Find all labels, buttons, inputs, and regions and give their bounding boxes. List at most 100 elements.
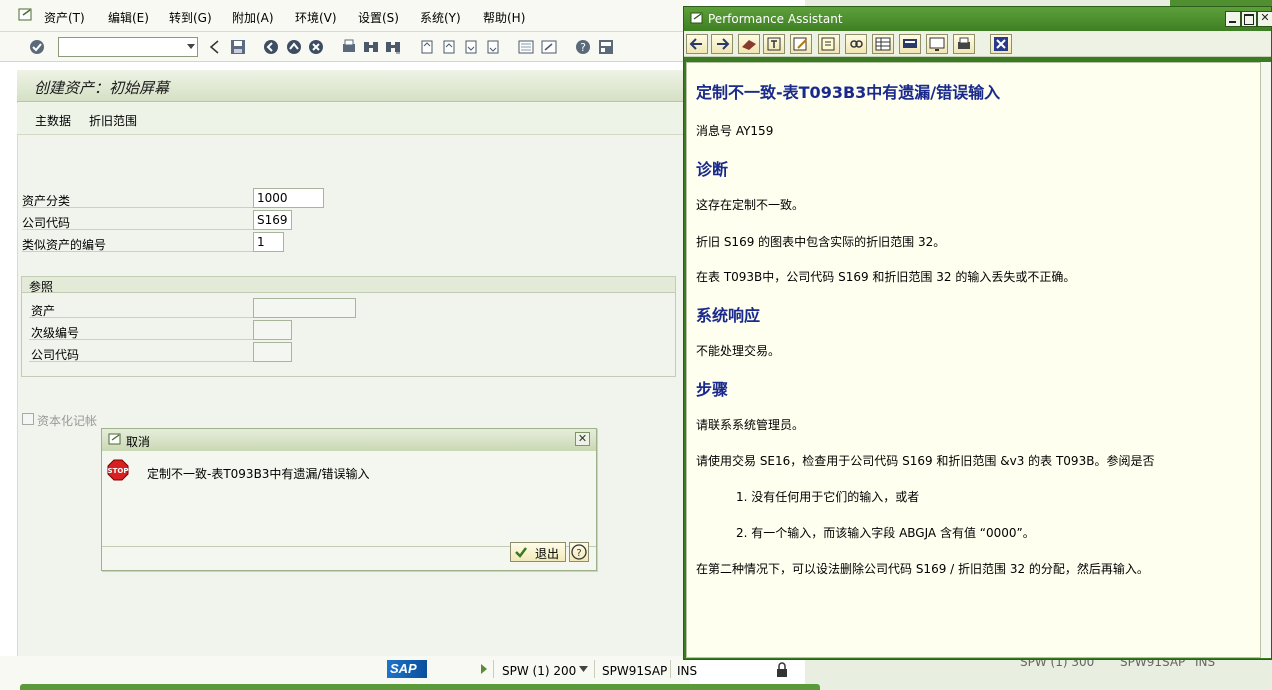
pa-response-1: 不能处理交易。 xyxy=(696,344,781,358)
master-data-button[interactable]: 主数据 xyxy=(35,112,71,129)
dialog-help-button[interactable]: ? xyxy=(569,542,589,562)
svg-text:?: ? xyxy=(580,41,586,54)
standard-toolbar: ? xyxy=(0,32,690,62)
menu-help[interactable]: 帮助(H) xyxy=(483,9,525,26)
pa-display-icon[interactable] xyxy=(899,34,921,54)
pa-response-title: 系统响应 xyxy=(696,306,761,325)
dialog-exit-label: 退出 xyxy=(535,547,560,561)
menu-environment[interactable]: 环境(V) xyxy=(295,9,337,26)
close-icon[interactable]: ✕ xyxy=(1257,11,1272,27)
back-arrow-icon[interactable] xyxy=(206,38,224,56)
pa-link-icon[interactable] xyxy=(845,34,867,54)
status-session: SPW (1) 200 xyxy=(502,664,577,678)
previous-page-icon[interactable] xyxy=(440,38,458,56)
cancel-icon[interactable] xyxy=(307,38,325,56)
dialog-titlebar xyxy=(102,429,596,451)
layout-menu-icon[interactable] xyxy=(597,38,615,56)
reference-company-code-field[interactable] xyxy=(253,342,292,362)
menu-settings[interactable]: 设置(S) xyxy=(358,9,399,26)
company-code-field[interactable]: S169 xyxy=(253,210,292,230)
pa-steps-3: 在第二种情况下，可以设法删除公司代码 S169 / 折旧范围 32 的分配，然后… xyxy=(696,562,1149,576)
asset-class-field[interactable]: 1000 xyxy=(253,188,324,208)
chevron-down-icon[interactable] xyxy=(579,666,588,672)
pa-diagnosis-1: 这存在定制不一致。 xyxy=(696,198,805,212)
pa-close-icon[interactable] xyxy=(990,34,1012,54)
pa-technical-info-icon[interactable] xyxy=(763,34,785,54)
capitalized-label: 资本化记帐 xyxy=(37,414,98,428)
window-bottom-edge xyxy=(20,684,820,690)
enter-icon[interactable] xyxy=(28,38,46,56)
pa-steps-2: 请使用交易 SE16，检查用于公司代码 S169 和折旧范围 &v3 的表 T0… xyxy=(696,454,1155,468)
help-icon[interactable]: ? xyxy=(574,38,592,56)
menu-bar: 资产(T) 编辑(E) 转到(G) 附加(A) 环境(V) 设置(S) 系统(Y… xyxy=(0,0,690,32)
maximize-icon[interactable] xyxy=(1241,11,1257,27)
divider xyxy=(29,339,254,340)
pa-diagnosis-3: 在表 T093B中，公司代码 S169 和折旧范围 32 的输入丢失或不正确。 xyxy=(696,270,1076,284)
pa-steps-title: 步骤 xyxy=(696,380,729,399)
dialog-message: 定制不一致-表T093B3中有遗漏/错误输入 xyxy=(147,467,370,481)
back-icon[interactable] xyxy=(262,38,280,56)
pa-list-item-2: 2. 有一个输入，而该输入字段 ABGJA 含有值 “0000”。 xyxy=(736,526,1035,540)
status-mode: INS xyxy=(677,664,698,678)
svg-text:?: ? xyxy=(576,548,581,559)
stop-icon: STOP xyxy=(107,459,129,481)
reference-group-header xyxy=(22,277,675,293)
reference-group-title: 参照 xyxy=(29,280,54,294)
pa-diagnosis-2: 折旧 S169 的图表中包含实际的折旧范围 32。 xyxy=(696,235,946,249)
print-icon[interactable] xyxy=(340,38,358,56)
menu-goto[interactable]: 转到(G) xyxy=(169,9,212,26)
reference-asset-field[interactable] xyxy=(253,298,356,318)
svg-text:STOP: STOP xyxy=(108,467,129,475)
pa-forward-icon[interactable] xyxy=(711,34,733,54)
checkmark-icon xyxy=(515,547,527,558)
exit-icon[interactable] xyxy=(285,38,303,56)
status-expand-icon[interactable] xyxy=(480,663,488,675)
reference-subnumber-field[interactable] xyxy=(253,320,292,340)
dialog-close-icon[interactable]: ✕ xyxy=(575,432,590,446)
menu-system[interactable]: 系统(Y) xyxy=(420,9,461,26)
pa-print-icon[interactable] xyxy=(953,34,975,54)
pa-note-icon[interactable] xyxy=(818,34,840,54)
page-title: 创建资产：初始屏幕 xyxy=(34,79,170,97)
pa-message-number: 消息号 AY159 xyxy=(696,124,774,138)
command-field[interactable] xyxy=(58,37,198,57)
menu-window-icon[interactable] xyxy=(18,8,34,22)
pa-scrollbar[interactable] xyxy=(1261,62,1271,658)
new-session-icon[interactable] xyxy=(517,38,535,56)
sap-logo: SAP xyxy=(387,660,427,678)
menu-edit[interactable]: 编辑(E) xyxy=(108,9,149,26)
pa-window-icon xyxy=(690,12,703,24)
menu-extras[interactable]: 附加(A) xyxy=(232,9,274,26)
depreciation-area-button[interactable]: 折旧范围 xyxy=(89,112,137,129)
next-page-icon[interactable] xyxy=(462,38,480,56)
pa-list-item-1: 1. 没有任何用于它们的输入，或者 xyxy=(736,490,920,504)
find-icon[interactable] xyxy=(362,38,380,56)
first-page-icon[interactable] xyxy=(418,38,436,56)
dialog-window-icon xyxy=(108,433,121,445)
divider xyxy=(22,229,254,230)
save-icon[interactable] xyxy=(229,38,247,56)
capitalized-checkbox[interactable] xyxy=(22,413,34,425)
find-next-icon[interactable] xyxy=(384,38,402,56)
status-server: SPW91SAP xyxy=(602,664,668,678)
lock-icon xyxy=(777,662,787,677)
pa-screen-icon[interactable] xyxy=(926,34,948,54)
pa-table-icon[interactable] xyxy=(872,34,894,54)
minimize-icon[interactable] xyxy=(1225,11,1241,27)
shortcut-icon[interactable] xyxy=(540,38,558,56)
pa-edit-icon[interactable] xyxy=(790,34,812,54)
pa-diagnosis-title: 诊断 xyxy=(696,160,729,179)
chevron-down-icon[interactable] xyxy=(187,44,195,49)
divider xyxy=(29,361,254,362)
last-page-icon[interactable] xyxy=(484,38,502,56)
similar-assets-field[interactable]: 1 xyxy=(253,232,284,252)
menu-asset[interactable]: 资产(T) xyxy=(44,9,85,26)
pa-back-icon[interactable] xyxy=(686,34,708,54)
divider xyxy=(22,251,254,252)
screen-frame xyxy=(17,70,685,684)
pa-title: Performance Assistant xyxy=(708,12,843,26)
dialog-exit-button[interactable]: 退出 xyxy=(510,542,566,562)
pa-steps-1: 请联系系统管理员。 xyxy=(696,418,805,432)
pa-book-icon[interactable] xyxy=(738,34,760,54)
divider xyxy=(29,317,254,318)
